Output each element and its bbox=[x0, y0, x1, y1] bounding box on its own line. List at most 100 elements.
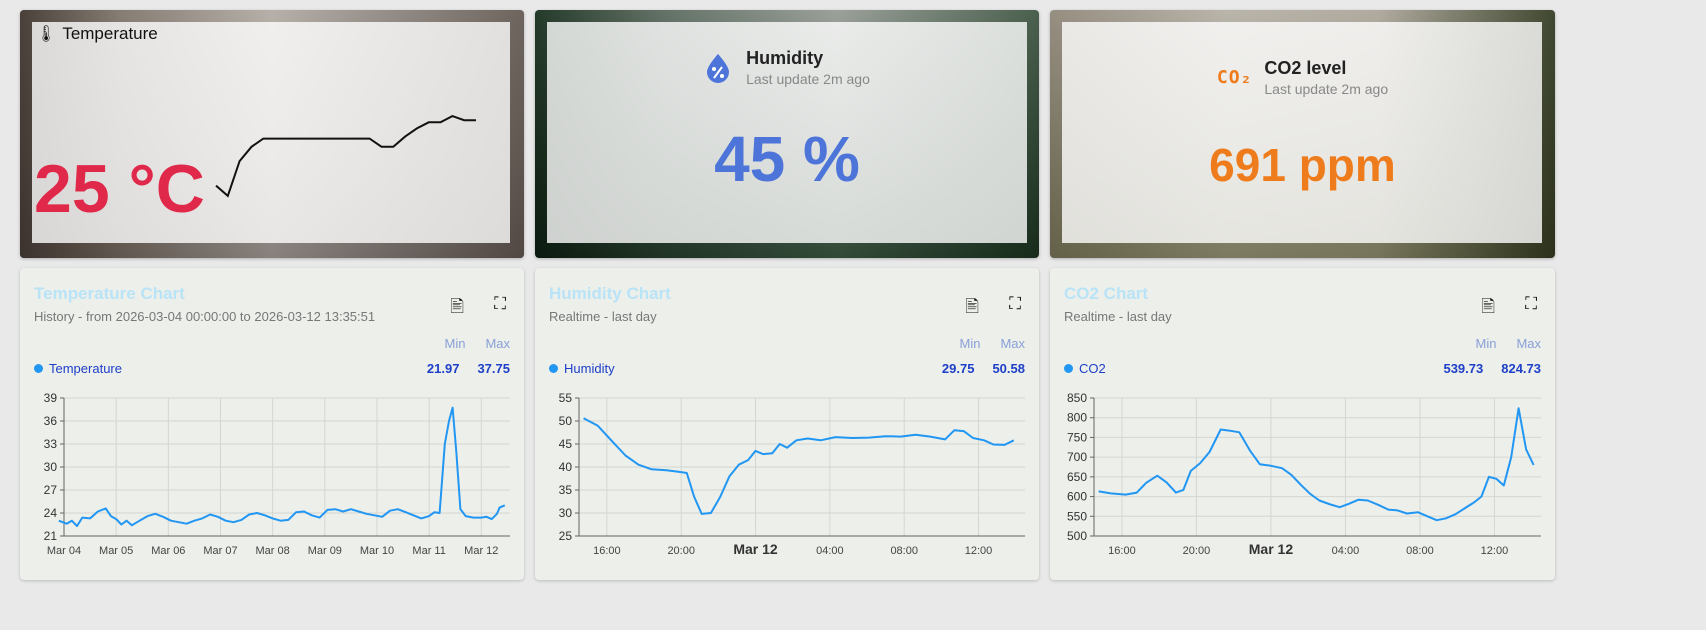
legend-label: Temperature bbox=[49, 361, 122, 376]
y-tick-label: 33 bbox=[44, 437, 58, 451]
temperature-chart-card: Temperature Chart History - from 2026-03… bbox=[20, 268, 524, 580]
humidity-card: Humidity Last update 2m ago 45 % bbox=[535, 10, 1039, 258]
legend-item-temperature[interactable]: Temperature 21.97 37.75 bbox=[34, 361, 510, 376]
x-tick-label: 16:00 bbox=[1108, 545, 1136, 557]
y-tick-label: 700 bbox=[1067, 450, 1087, 464]
temperature-chart-title: Temperature Chart bbox=[34, 284, 185, 303]
y-tick-label: 30 bbox=[44, 460, 58, 474]
max-label: Max bbox=[1000, 336, 1025, 351]
temperature-card: 🌡 Temperature 25 °C bbox=[20, 10, 524, 258]
minmax-header: Min Max bbox=[444, 336, 510, 351]
minmax-header: Min Max bbox=[1475, 336, 1541, 351]
y-tick-label: 35 bbox=[559, 483, 573, 497]
x-tick-label: Mar 12 bbox=[1249, 541, 1294, 557]
y-tick-label: 600 bbox=[1067, 490, 1087, 504]
min-label: Min bbox=[1475, 336, 1497, 351]
x-tick-label: Mar 08 bbox=[256, 545, 290, 557]
x-tick-label: Mar 05 bbox=[99, 545, 133, 557]
x-tick-label: 16:00 bbox=[593, 545, 621, 557]
x-tick-label: Mar 11 bbox=[412, 545, 445, 557]
x-tick-label: 04:00 bbox=[1332, 545, 1360, 557]
legend-max-value: 50.58 bbox=[992, 361, 1025, 376]
humidity-chart-card: Humidity Chart Realtime - last day 🖹 ⛶ M… bbox=[535, 268, 1039, 580]
minmax-header: Min Max bbox=[959, 336, 1025, 351]
series-line-co2[interactable] bbox=[1098, 407, 1535, 522]
legend-min-value: 21.97 bbox=[426, 361, 460, 376]
co2-chart-title: CO2 Chart bbox=[1064, 284, 1149, 303]
temperature-line-chart: 21 24 27 30 33 36 39 Mar 04 Mar 05 Mar 06 Mar 07 Ma… bbox=[44, 391, 510, 557]
y-tick-label: 55 bbox=[559, 391, 573, 405]
export-icon[interactable]: 🖹 bbox=[1481, 294, 1495, 323]
co2-icon: CO₂ bbox=[1216, 67, 1253, 88]
x-tick-label: 20:00 bbox=[1183, 545, 1211, 557]
fullscreen-icon[interactable]: ⛶ bbox=[1525, 294, 1537, 314]
humidity-line-chart: 25 30 35 40 45 50 55 16:00 20:00 Mar 12 04:00 08:00… bbox=[559, 391, 1025, 557]
legend-dot bbox=[1064, 364, 1073, 373]
min-label: Min bbox=[959, 336, 981, 351]
y-tick-label: 45 bbox=[559, 437, 573, 451]
y-tick-label: 25 bbox=[559, 529, 573, 543]
y-tick-label: 40 bbox=[559, 460, 573, 474]
humidity-title: Humidity bbox=[746, 48, 824, 68]
fullscreen-icon[interactable]: ⛶ bbox=[494, 294, 506, 314]
max-label: Max bbox=[1516, 336, 1541, 351]
y-tick-label: 800 bbox=[1067, 411, 1087, 425]
legend-item-co2[interactable]: CO2 539.73 824.73 bbox=[1064, 361, 1541, 376]
max-label: Max bbox=[485, 336, 510, 351]
sparkline-path bbox=[215, 115, 476, 198]
humidity-header: Humidity Last update 2m ago bbox=[535, 48, 1039, 87]
co2-line-chart: 500 550 600 650 700 750 800 850 16:00 20:00 Mar 12… bbox=[1067, 391, 1541, 557]
export-icon[interactable]: 🖹 bbox=[450, 294, 464, 323]
temperature-title: Temperature bbox=[62, 24, 158, 43]
humidity-value: 45 % bbox=[714, 123, 860, 195]
x-tick-label: 04:00 bbox=[816, 545, 844, 557]
legend-dot bbox=[34, 364, 43, 373]
legend-label: CO2 bbox=[1079, 361, 1106, 376]
legend-max-value: 37.75 bbox=[477, 361, 510, 376]
legend-min-value: 29.75 bbox=[941, 361, 975, 376]
x-tick-label: 12:00 bbox=[965, 545, 993, 557]
legend-max-value: 824.73 bbox=[1501, 361, 1541, 376]
co2-chart-subtitle: Realtime - last day bbox=[1064, 309, 1172, 324]
co2-chart-card: CO2 Chart Realtime - last day 🖹 ⛶ Min Ma… bbox=[1050, 268, 1555, 580]
series-line-humidity[interactable] bbox=[583, 417, 1015, 515]
co2-value: 691 ppm bbox=[1209, 139, 1396, 191]
y-tick-label: 750 bbox=[1067, 430, 1087, 444]
legend-min-value: 539.73 bbox=[1443, 361, 1484, 376]
legend-dot bbox=[549, 364, 558, 373]
temperature-header: 🌡 Temperature bbox=[36, 24, 158, 44]
x-tick-label: Mar 04 bbox=[47, 545, 81, 557]
co2-last-update: Last update 2m ago bbox=[1264, 81, 1389, 97]
y-tick-label: 550 bbox=[1067, 509, 1087, 523]
export-icon[interactable]: 🖹 bbox=[965, 294, 979, 323]
co2-card: CO₂ CO2 level Last update 2m ago 691 ppm bbox=[1050, 10, 1555, 258]
humidity-chart-title: Humidity Chart bbox=[549, 284, 671, 303]
thermometer-icon: 🌡 bbox=[36, 26, 57, 43]
humidity-drop-icon bbox=[707, 53, 730, 83]
co2-panel bbox=[1062, 22, 1542, 243]
y-tick-label: 36 bbox=[44, 414, 58, 428]
y-tick-label: 50 bbox=[559, 414, 573, 428]
x-tick-label: Mar 10 bbox=[360, 545, 394, 557]
min-label: Min bbox=[444, 336, 466, 351]
x-tick-label: Mar 07 bbox=[203, 545, 237, 557]
temperature-value: 25 °C bbox=[34, 151, 205, 227]
humidity-last-update: Last update 2m ago bbox=[746, 71, 870, 87]
temperature-sparkline bbox=[215, 115, 476, 198]
x-tick-label: Mar 09 bbox=[308, 545, 342, 557]
co2-title: CO2 level bbox=[1264, 58, 1347, 78]
x-tick-label: 08:00 bbox=[1406, 545, 1434, 557]
humidity-chart-subtitle: Realtime - last day bbox=[549, 309, 657, 324]
x-tick-label: 12:00 bbox=[1481, 545, 1509, 557]
x-tick-label: Mar 12 bbox=[464, 545, 498, 557]
y-tick-label: 21 bbox=[44, 529, 58, 543]
legend-label: Humidity bbox=[564, 361, 615, 376]
y-tick-label: 24 bbox=[44, 506, 58, 520]
y-tick-label: 30 bbox=[559, 506, 573, 520]
y-tick-label: 850 bbox=[1067, 391, 1087, 405]
x-tick-label: 08:00 bbox=[890, 545, 918, 557]
co2-header: CO₂ CO2 level Last update 2m ago bbox=[1050, 58, 1555, 97]
x-tick-label: Mar 12 bbox=[733, 541, 778, 557]
fullscreen-icon[interactable]: ⛶ bbox=[1009, 294, 1021, 314]
legend-item-humidity[interactable]: Humidity 29.75 50.58 bbox=[549, 361, 1025, 376]
